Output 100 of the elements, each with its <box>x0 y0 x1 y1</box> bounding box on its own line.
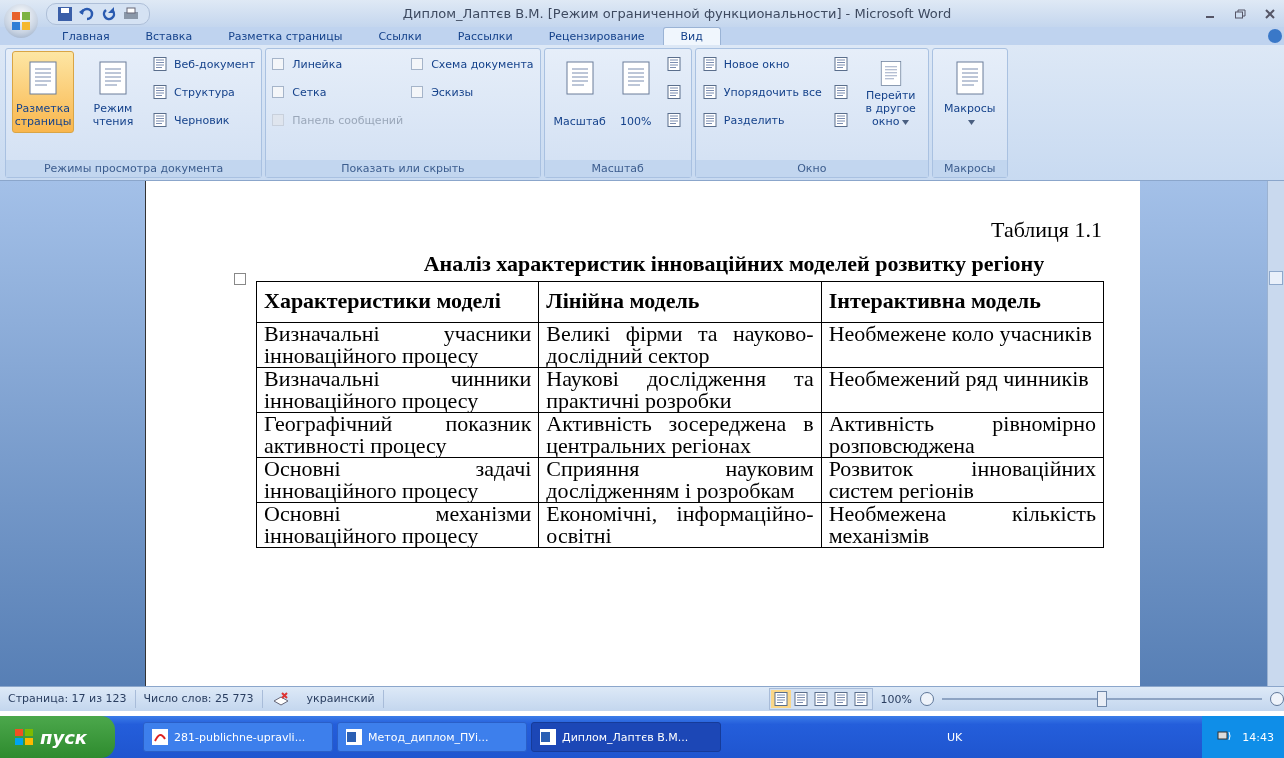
ribbon-button[interactable]: Структура <box>152 79 256 105</box>
pdf-icon <box>152 729 169 745</box>
ribbon-button[interactable]: Разделить <box>701 107 822 133</box>
ribbon-tab[interactable]: Вставка <box>127 27 211 45</box>
checkbox-label: Панель сообщений <box>292 113 404 127</box>
table-cell: Визначальні чинники інноваційного процесу <box>256 367 539 413</box>
word-document-icon <box>540 729 557 745</box>
checkbox[interactable] <box>272 58 285 70</box>
ribbon-button[interactable]: Упорядочить все <box>701 79 822 105</box>
table-move-handle[interactable] <box>234 273 246 285</box>
document-icon <box>812 691 829 707</box>
checkbox[interactable] <box>272 86 285 98</box>
ribbon-tab[interactable]: Вид <box>662 27 721 45</box>
ribbon-button[interactable]: 100% <box>616 51 655 133</box>
group-label: Показать или скрыть <box>266 160 540 177</box>
document-icon <box>665 112 682 128</box>
caret-icon <box>902 119 910 125</box>
table-cell: Географічний показник активності процесу <box>256 412 539 458</box>
start-button[interactable]: пуск <box>0 716 116 758</box>
checkbox-label: Эскизы <box>431 85 474 99</box>
table-cell: Активність зосереджена в центральних регіонах <box>538 412 822 458</box>
document-icon <box>832 84 849 100</box>
taskbar-button[interactable]: 281-publichne-upravli... <box>143 722 334 752</box>
page-count: Страница: 17 из 123 <box>0 690 136 708</box>
ribbon-button[interactable]: Режим чтения <box>82 51 144 133</box>
document-icon <box>832 691 849 707</box>
document-icon <box>619 60 652 96</box>
vertical-scrollbar[interactable] <box>1267 181 1284 686</box>
clock: 14:43 <box>1242 730 1274 744</box>
document-icon <box>152 112 168 128</box>
document-icon <box>665 84 682 100</box>
ribbon-button[interactable]: Веб-документ <box>152 51 256 77</box>
table-cell: Великі фірми та науково-дослідний сектор <box>538 322 822 368</box>
slider-thumb[interactable] <box>1097 691 1107 707</box>
ribbon-tab[interactable]: Главная <box>44 27 128 45</box>
windows-logo <box>14 728 34 746</box>
ribbon-button[interactable]: Масштаб <box>550 51 609 133</box>
table-cell: Основні механізми інноваційного процесу <box>256 502 539 548</box>
document-icon <box>152 56 168 72</box>
save-icon[interactable] <box>57 5 73 22</box>
table-cell: Визначальні учасники інноваційного процесу <box>256 322 539 368</box>
document-icon <box>563 60 596 96</box>
ribbon-tab[interactable]: Рецензирование <box>530 27 663 45</box>
document-icon <box>792 691 809 707</box>
checkbox-label: Схема документа <box>431 57 534 71</box>
ribbon-button[interactable]: Разметка страницы <box>12 51 74 133</box>
taskbar-button[interactable]: Диплом_Лаптєв В.М... <box>531 722 722 752</box>
printer-icon[interactable] <box>123 5 139 22</box>
ribbon-button[interactable]: Новое окно <box>701 51 822 77</box>
ribbon-tab[interactable]: Ссылки <box>360 27 440 45</box>
proofing-book-icon[interactable] <box>272 691 289 707</box>
document-icon <box>97 60 129 96</box>
close-icon[interactable] <box>1264 7 1276 20</box>
column-header: Інтерактивна модель <box>821 281 1104 323</box>
document-icon <box>832 112 849 128</box>
language-indicator[interactable]: украинский <box>298 690 384 708</box>
office-button[interactable] <box>4 4 38 38</box>
restore-icon[interactable] <box>1234 7 1246 20</box>
document-icon <box>953 60 986 96</box>
view-button[interactable] <box>770 690 791 708</box>
table-cell: Активність рівномірно розповсюджена <box>821 412 1104 458</box>
group-label: Окно <box>695 160 928 177</box>
table-cell: Сприяння науковим дослідженням і розробкам <box>538 457 822 503</box>
document-icon <box>665 56 682 72</box>
help-icon[interactable] <box>1268 29 1282 43</box>
ribbon-tab[interactable]: Разметка страницы <box>210 27 361 45</box>
document-icon <box>27 60 59 96</box>
scroll-thumb[interactable] <box>1269 271 1283 285</box>
document-icon <box>152 84 168 100</box>
table-cell: Необмежений ряд чинників <box>821 367 1104 413</box>
window-title: Диплом_Лаптєв В.М. [Режим ограниченной функциональности] - Microsoft Word <box>401 6 953 21</box>
undo-icon[interactable] <box>79 5 95 22</box>
keyboard-language[interactable]: UK <box>947 730 963 744</box>
word-count: Число слов: 25 773 <box>135 690 263 708</box>
group-label: Масштаб <box>544 160 691 177</box>
checkbox[interactable] <box>411 86 424 98</box>
table-title: Аналіз характеристик інноваційних моделей розвитку регіону <box>422 251 1046 277</box>
document-icon <box>772 691 789 707</box>
ribbon-button[interactable]: Черновик <box>152 107 256 133</box>
document-icon <box>701 56 718 72</box>
redo-icon[interactable] <box>101 5 117 22</box>
checkbox-label: Линейка <box>292 57 343 71</box>
table-cell: Необмежене коло учасників <box>821 322 1104 368</box>
document-icon <box>832 56 849 72</box>
checkbox-label: Сетка <box>292 85 327 99</box>
checkbox[interactable] <box>411 58 424 70</box>
ribbon-button[interactable]: Перейти в другое окно <box>859 51 922 133</box>
table-cell: Розвиток інноваційних систем регіонів <box>821 457 1104 503</box>
ribbon-tab[interactable]: Рассылки <box>439 27 531 45</box>
ribbon-button[interactable]: Макросы <box>938 51 1001 133</box>
word-document-icon <box>346 729 363 745</box>
zoom-percent[interactable]: 100% <box>880 692 912 706</box>
table-cell: Необмежена кількість механізмів <box>821 502 1104 548</box>
table-cell: Основні задачі інноваційного процесу <box>256 457 539 503</box>
taskbar-button[interactable]: Метод_диплом_ПУі... <box>337 722 528 752</box>
caret-icon <box>967 119 975 125</box>
table-cell: Наукові дослідження та практичні розробки <box>538 367 822 413</box>
document-icon <box>852 691 869 707</box>
document-icon <box>701 84 718 100</box>
office-logo <box>11 11 31 31</box>
